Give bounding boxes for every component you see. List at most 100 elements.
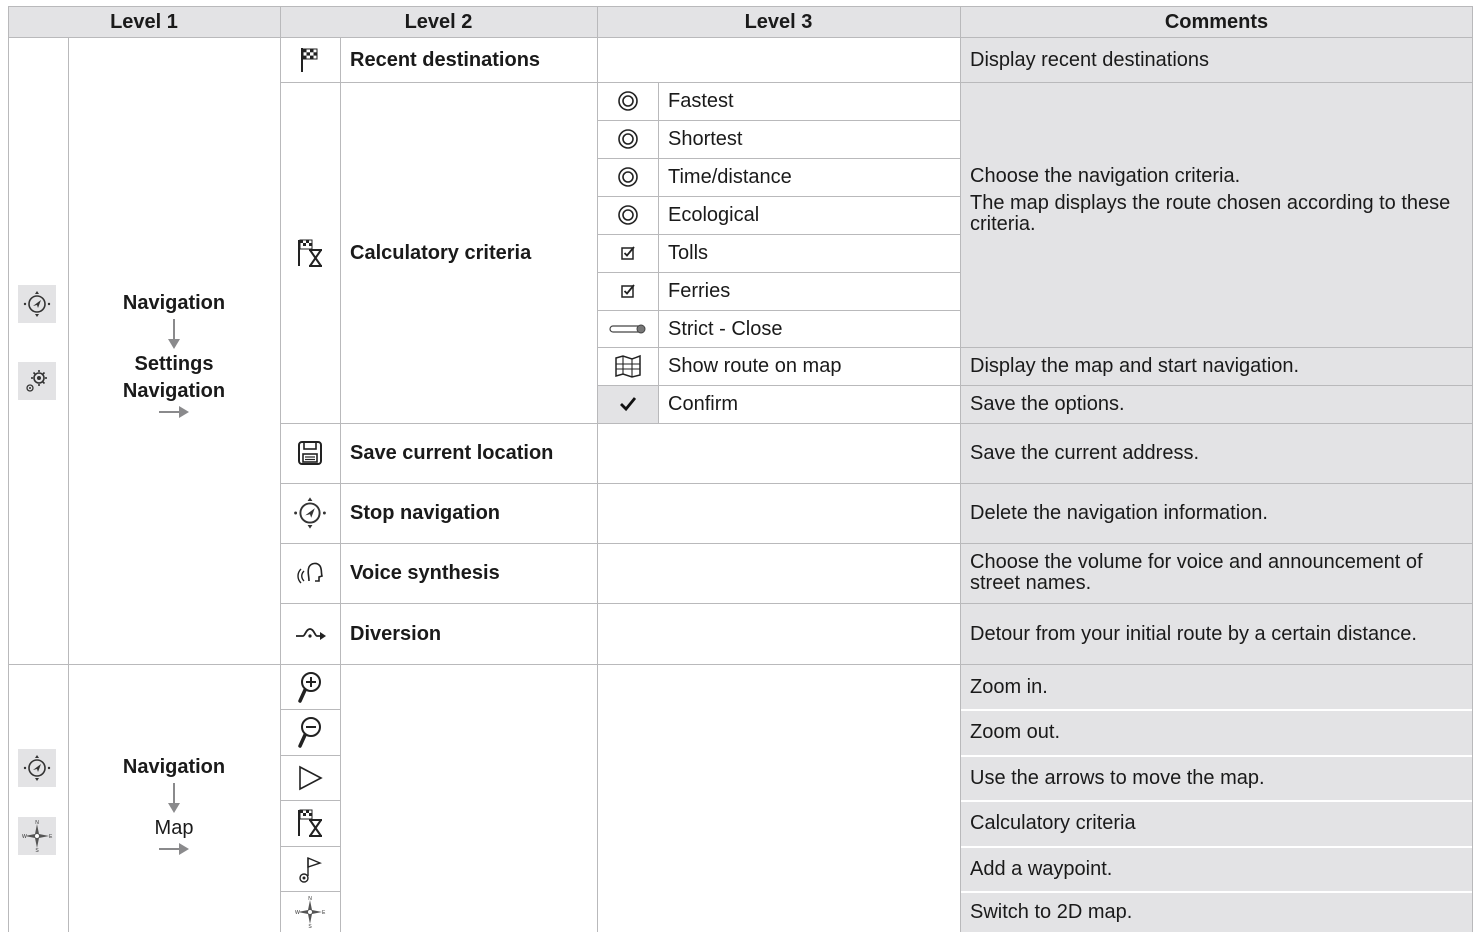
level1-settings-nav-label: Navigation: [122, 380, 226, 402]
navigation-compass-icon[interactable]: [280, 483, 340, 543]
comment-diversion: Detour from your initial route by a cert…: [960, 603, 1473, 664]
floppy-disk-icon[interactable]: [280, 423, 340, 483]
grid-line: [280, 800, 340, 801]
header-level1: Level 1: [8, 7, 280, 37]
comment-move-map: Use the arrows to move the map.: [960, 755, 1473, 800]
menu-item-save-current-location[interactable]: Save current location: [340, 423, 597, 483]
comment-zoom-out: Zoom out.: [960, 709, 1473, 755]
navigation-compass-icon[interactable]: [18, 285, 56, 323]
checkbox-icon[interactable]: [597, 272, 658, 310]
grid-line: [960, 709, 1473, 711]
checkered-flag-icon[interactable]: [280, 37, 340, 82]
grid-line: [597, 347, 1473, 348]
option-ferries[interactable]: Ferries: [658, 272, 960, 310]
grid-line: [597, 310, 960, 311]
level1-settings-label: Settings: [134, 353, 214, 375]
radio-icon[interactable]: [597, 120, 658, 158]
header-level2: Level 2: [280, 7, 597, 37]
header-level3: Level 3: [597, 7, 960, 37]
waypoint-flag-icon[interactable]: [280, 846, 340, 891]
svg-text:S: S: [35, 848, 39, 852]
arrow-down-icon: [168, 319, 180, 349]
grid-line: [597, 385, 1473, 386]
comment-zoom-in: Zoom in.: [960, 664, 1473, 709]
grid-line: [960, 755, 1473, 757]
grid-line: [960, 846, 1473, 848]
play-arrow-icon[interactable]: [280, 755, 340, 800]
grid-line: [597, 272, 960, 273]
svg-text:W: W: [22, 834, 27, 840]
flag-hourglass-icon[interactable]: [280, 82, 340, 423]
comment-2d-map: Switch to 2D map.: [960, 891, 1473, 932]
navigation-compass-icon[interactable]: [18, 749, 56, 787]
level1-map-label: Map: [154, 817, 194, 839]
comment-save-location: Save the current address.: [960, 423, 1473, 483]
option-strict-close[interactable]: Strict - Close: [658, 310, 960, 347]
level1-navigation-settings: Navigation Settings Navigation: [68, 290, 280, 419]
grid-line: [597, 120, 960, 121]
grid-line: [8, 37, 1473, 38]
grid-line: [597, 234, 960, 235]
comment-stop-navigation: Delete the navigation information.: [960, 483, 1473, 543]
option-show-route-on-map[interactable]: Show route on map: [658, 347, 960, 385]
grid-line: [280, 423, 1473, 424]
flag-hourglass-icon[interactable]: [280, 800, 340, 846]
comment-voice-synthesis: Choose the volume for voice and announce…: [960, 543, 1473, 603]
radio-icon[interactable]: [597, 82, 658, 120]
level1-navigation-map: Navigation Map: [68, 754, 280, 856]
zoom-in-icon[interactable]: [280, 664, 340, 709]
arrow-right-icon: [159, 843, 189, 855]
svg-text:E: E: [322, 910, 326, 916]
grid-line: [280, 603, 1473, 604]
comment-map-criteria: Calculatory criteria: [960, 800, 1473, 846]
level1-nav-label: Navigation: [122, 292, 226, 314]
grid-line: [960, 6, 961, 932]
grid-line: [960, 891, 1473, 893]
checkmark-icon[interactable]: [597, 385, 658, 423]
comment-criteria-line1: Choose the navigation criteria.: [970, 164, 1241, 187]
grid-line: [280, 709, 340, 710]
option-ecological[interactable]: Ecological: [658, 196, 960, 234]
grid-line: [8, 6, 9, 932]
svg-text:W: W: [295, 910, 300, 916]
svg-text:N: N: [308, 896, 312, 902]
menu-item-recent-destinations[interactable]: Recent destinations: [340, 37, 597, 82]
voice-head-icon[interactable]: [280, 543, 340, 603]
checkbox-icon[interactable]: [597, 234, 658, 272]
option-fastest[interactable]: Fastest: [658, 82, 960, 120]
svg-text:N: N: [35, 820, 39, 826]
settings-gear-icon[interactable]: [18, 362, 56, 400]
menu-item-stop-navigation[interactable]: Stop navigation: [340, 483, 597, 543]
header-comments: Comments: [960, 7, 1473, 37]
option-shortest[interactable]: Shortest: [658, 120, 960, 158]
menu-item-voice-synthesis[interactable]: Voice synthesis: [340, 543, 597, 603]
grid-line: [68, 37, 69, 932]
comment-add-waypoint: Add a waypoint.: [960, 846, 1473, 891]
menu-item-calculatory-criteria[interactable]: Calculatory criteria: [340, 82, 597, 423]
compass-rose-icon[interactable]: N S W E: [18, 817, 56, 855]
grid-line: [658, 82, 659, 423]
option-tolls[interactable]: Tolls: [658, 234, 960, 272]
zoom-out-icon[interactable]: [280, 709, 340, 755]
menu-item-diversion[interactable]: Diversion: [340, 603, 597, 664]
radio-icon[interactable]: [597, 196, 658, 234]
radio-icon[interactable]: [597, 158, 658, 196]
map-icon[interactable]: [597, 347, 658, 385]
grid-line: [280, 543, 1473, 544]
slider-icon[interactable]: [597, 310, 658, 347]
option-time-distance[interactable]: Time/distance: [658, 158, 960, 196]
level1-map-nav-label: Navigation: [122, 756, 226, 778]
arrow-right-icon: [159, 406, 189, 418]
grid-line: [597, 158, 960, 159]
comment-show-route: Display the map and start navigation.: [960, 347, 1473, 385]
grid-line: [280, 755, 340, 756]
grid-line: [8, 664, 1473, 665]
grid-line: [280, 82, 1473, 83]
diversion-icon[interactable]: [280, 603, 340, 664]
grid-line: [280, 891, 340, 892]
grid-line: [8, 6, 1473, 7]
compass-rose-icon[interactable]: N S W E: [280, 891, 340, 932]
grid-line: [960, 800, 1473, 802]
option-confirm[interactable]: Confirm: [658, 385, 960, 423]
menu-table: Level 1 Level 2 Level 3 Comments Display…: [0, 0, 1473, 932]
